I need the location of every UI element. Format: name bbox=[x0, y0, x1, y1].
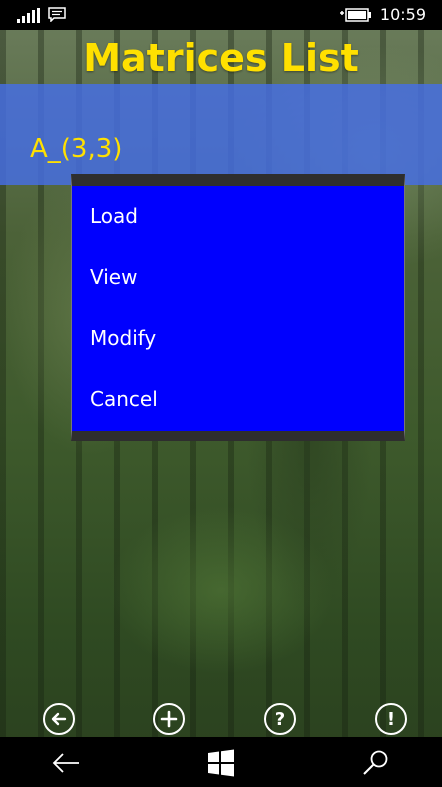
help-button[interactable]: ? bbox=[264, 703, 296, 735]
menu-item-load[interactable]: Load bbox=[72, 186, 404, 247]
list-item-matrix[interactable]: A_(3,3) bbox=[30, 134, 122, 164]
back-icon[interactable] bbox=[51, 749, 81, 777]
menu-item-cancel[interactable]: Cancel bbox=[72, 369, 404, 430]
app-bar: ? ! bbox=[0, 702, 442, 740]
context-menu: Load View Modify Cancel bbox=[71, 174, 405, 441]
info-button[interactable]: ! bbox=[375, 703, 407, 735]
question-icon: ? bbox=[274, 708, 286, 730]
search-icon[interactable] bbox=[360, 749, 390, 777]
exclamation-icon: ! bbox=[386, 708, 396, 730]
signal-strength-icon bbox=[17, 8, 40, 23]
add-button[interactable] bbox=[153, 703, 185, 735]
plus-icon bbox=[160, 710, 178, 728]
back-arrow-icon bbox=[51, 712, 67, 726]
menu-item-view[interactable]: View bbox=[72, 247, 404, 308]
status-bar: 10:59 bbox=[0, 0, 442, 30]
screen: 10:59 Matrices List A_(3,3) Load View Mo… bbox=[0, 0, 442, 787]
menu-item-modify[interactable]: Modify bbox=[72, 308, 404, 369]
back-button[interactable] bbox=[43, 703, 75, 735]
battery-charging-icon bbox=[340, 8, 371, 22]
navigation-bar bbox=[0, 737, 442, 787]
clock: 10:59 bbox=[379, 5, 426, 24]
windows-start-icon[interactable] bbox=[206, 749, 236, 777]
page-title: Matrices List bbox=[83, 36, 359, 80]
message-icon bbox=[48, 7, 66, 22]
